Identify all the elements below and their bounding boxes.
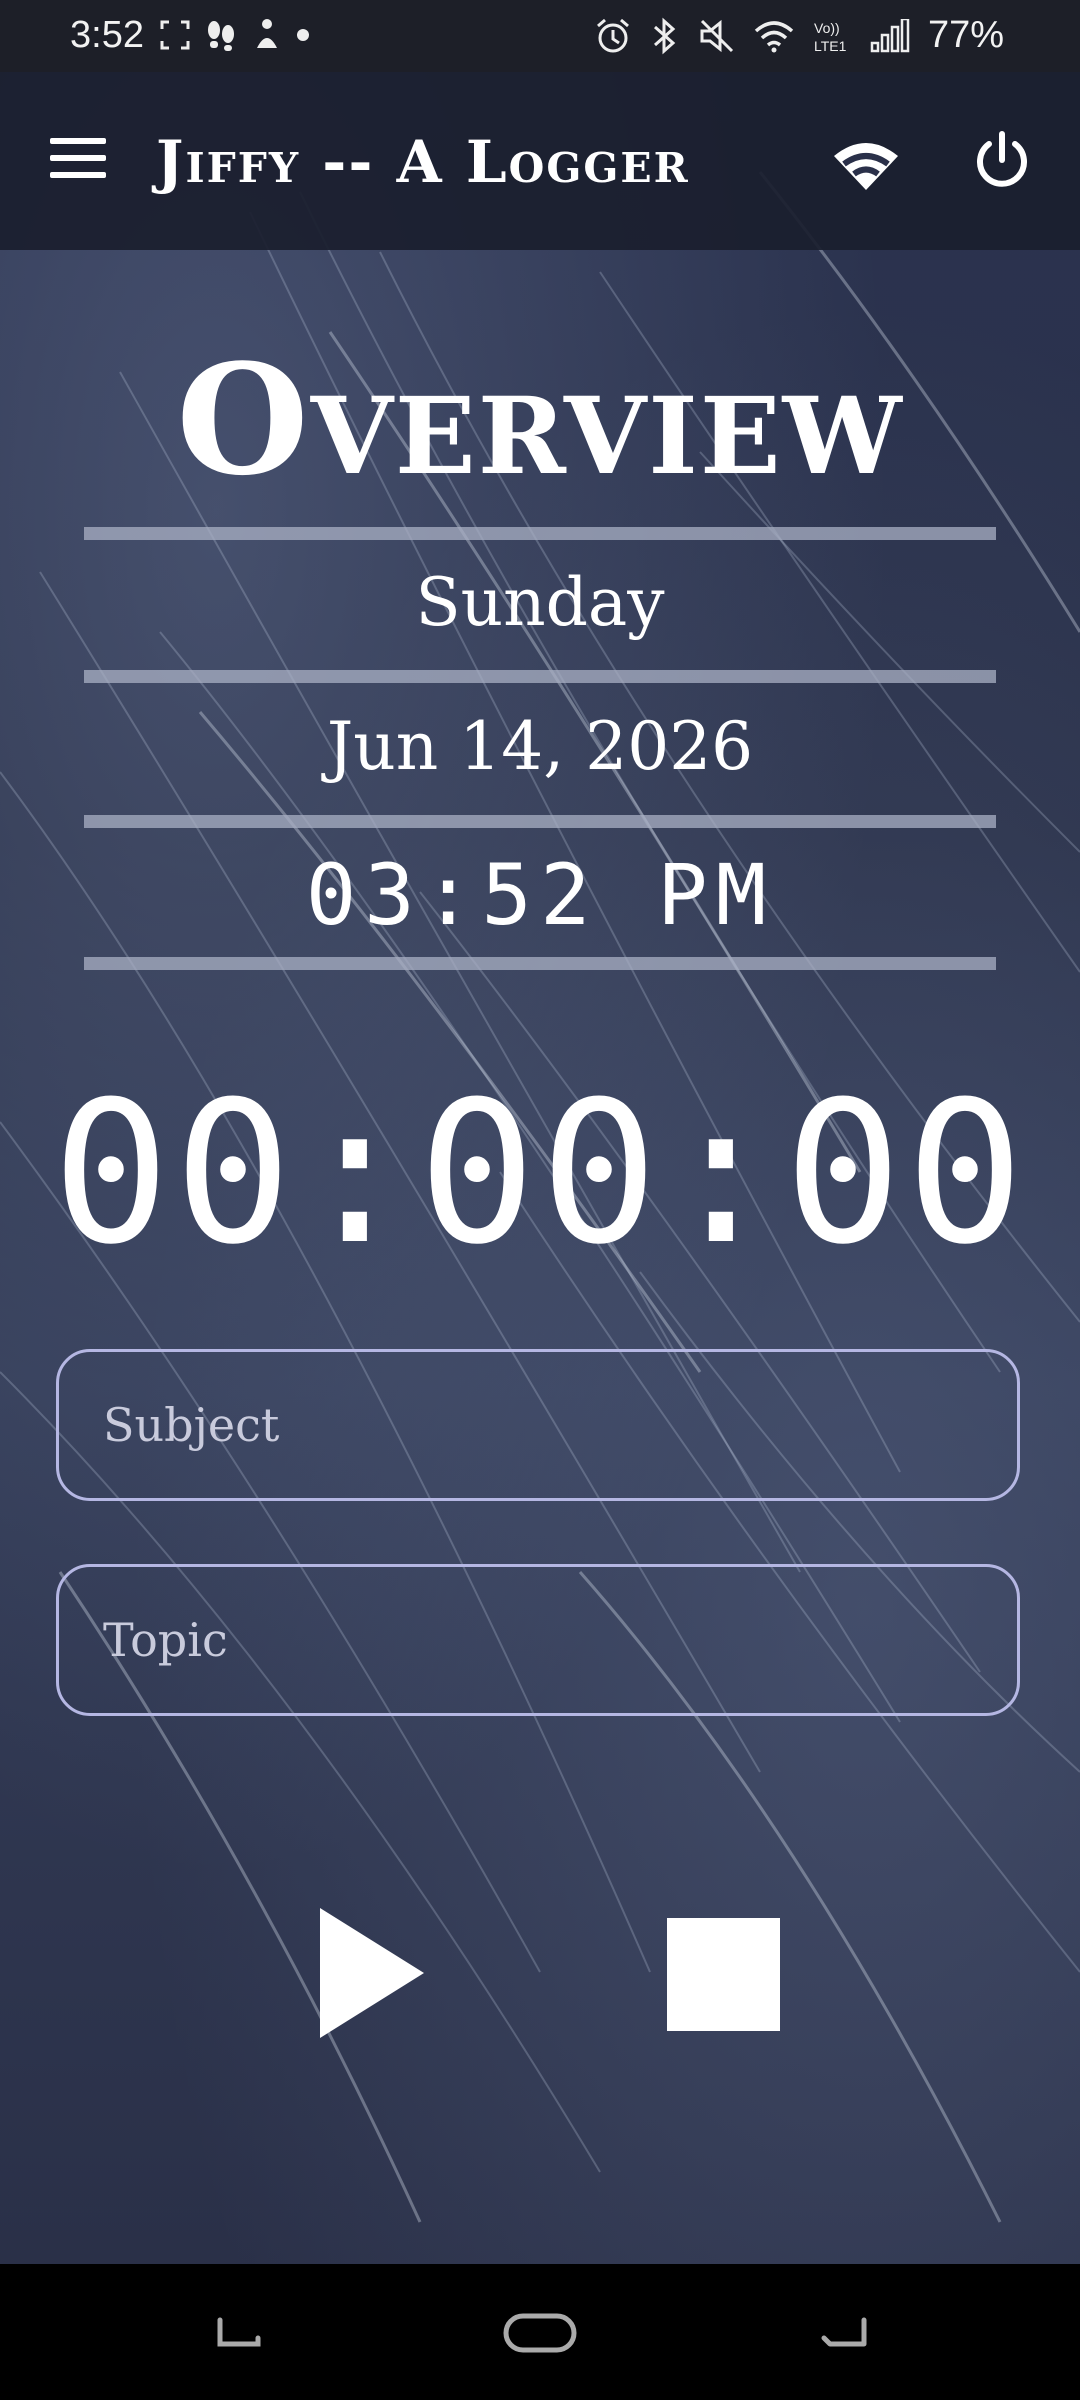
divider <box>84 527 996 540</box>
divider <box>84 670 996 683</box>
bluetooth-icon <box>653 17 676 54</box>
divider <box>84 957 996 970</box>
alarm-icon <box>596 18 629 52</box>
app-title: Jiffy -- A Logger <box>156 128 690 196</box>
steps-icon <box>208 21 234 51</box>
stopwatch-display: 00:00:00 <box>51 1060 1028 1288</box>
play-button[interactable] <box>320 1908 424 2038</box>
back-button[interactable] <box>820 2316 870 2354</box>
topic-input[interactable] <box>56 1564 1020 1716</box>
status-bar: 3:52 Vo)) LTE1 77% <box>0 0 1080 72</box>
divider <box>84 815 996 828</box>
day-label: Sunday <box>415 564 665 641</box>
hamburger-menu-icon[interactable] <box>50 138 106 182</box>
date-label: Jun 14, 2026 <box>326 708 754 785</box>
svg-text:LTE1: LTE1 <box>814 38 847 54</box>
wifi-button[interactable] <box>832 138 900 192</box>
home-button[interactable] <box>502 2310 578 2360</box>
home-icon <box>503 2313 577 2353</box>
screenshot-icon <box>160 20 190 50</box>
dot-icon <box>297 29 309 41</box>
wifi-icon <box>754 20 794 52</box>
recent-apps-icon <box>217 2317 261 2347</box>
status-left-icons <box>160 18 310 52</box>
play-icon <box>320 1908 424 2038</box>
status-time: 3:52 <box>70 14 144 56</box>
subject-input[interactable] <box>56 1349 1020 1501</box>
wifi-icon <box>834 143 898 190</box>
volte-icon: Vo)) LTE1 <box>814 20 847 54</box>
svg-text:Vo)): Vo)) <box>814 20 840 36</box>
recent-apps-button[interactable] <box>214 2316 264 2354</box>
fitness-icon <box>257 19 277 48</box>
clock-label: 03:52 PM <box>305 846 775 944</box>
page-title: Overview <box>176 330 904 509</box>
signal-icon <box>870 18 910 52</box>
back-icon <box>821 2317 867 2347</box>
battery-level: 77% <box>927 14 1004 56</box>
power-icon <box>977 131 1027 187</box>
power-button[interactable] <box>972 130 1032 190</box>
stop-button[interactable] <box>667 1918 780 2031</box>
status-right-icons: Vo)) LTE1 77% <box>594 14 1004 57</box>
mute-icon <box>700 19 733 52</box>
